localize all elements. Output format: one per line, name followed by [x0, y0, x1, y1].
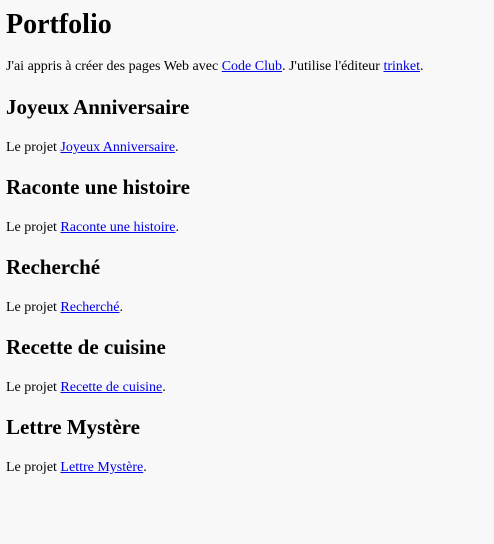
intro-paragraph: J'ai appris à créer des pages Web avec C…: [6, 58, 488, 75]
project-link-recherche[interactable]: Recherché: [60, 300, 119, 315]
project-prefix: Le projet: [6, 220, 61, 235]
project-suffix: .: [143, 460, 147, 475]
project-paragraph: Le projet Joyeux Anniversaire.: [6, 139, 488, 156]
project-link-lettre-mystere[interactable]: Lettre Mystère: [60, 460, 143, 475]
intro-middle: . J'utilise l'éditeur: [281, 59, 384, 74]
project-prefix: Le projet: [6, 460, 61, 475]
project-section-joyeux-anniversaire: Joyeux Anniversaire Le projet Joyeux Ann…: [6, 95, 488, 156]
project-heading: Joyeux Anniversaire: [6, 95, 190, 119]
code-club-link[interactable]: Code Club: [222, 59, 282, 74]
project-section-recherche: Recherché Le projet Recherché.: [6, 255, 488, 316]
project-prefix: Le projet: [6, 300, 61, 315]
trinket-link[interactable]: trinket: [383, 59, 420, 74]
intro-suffix: .: [420, 59, 424, 74]
project-heading: Recherché: [6, 255, 101, 279]
project-heading: Raconte une histoire: [6, 175, 190, 199]
project-prefix: Le projet: [6, 380, 61, 395]
page-title: Portfolio: [6, 9, 112, 40]
project-paragraph: Le projet Raconte une histoire.: [6, 219, 488, 236]
project-prefix: Le projet: [6, 140, 61, 155]
project-section-raconte-une-histoire: Raconte une histoire Le projet Raconte u…: [6, 175, 488, 236]
project-paragraph: Le projet Recherché.: [6, 299, 488, 316]
project-link-joyeux-anniversaire[interactable]: Joyeux Anniversaire: [60, 140, 175, 155]
project-link-raconte-une-histoire[interactable]: Raconte une histoire: [60, 220, 175, 235]
project-heading: Recette de cuisine: [6, 335, 166, 359]
project-suffix: .: [119, 300, 124, 315]
project-heading: Lettre Mystère: [6, 415, 140, 439]
intro-prefix: J'ai appris à créer des pages Web avec: [6, 59, 222, 74]
project-suffix: .: [175, 140, 179, 155]
project-link-recette-de-cuisine[interactable]: Recette de cuisine: [60, 380, 162, 395]
project-paragraph: Le projet Lettre Mystère.: [6, 459, 488, 476]
page-content: Portfolio J'ai appris à créer des pages …: [0, 10, 494, 476]
project-suffix: .: [175, 220, 180, 235]
project-section-lettre-mystere: Lettre Mystère Le projet Lettre Mystère.: [6, 415, 488, 476]
project-section-recette-de-cuisine: Recette de cuisine Le projet Recette de …: [6, 335, 488, 396]
project-suffix: .: [162, 380, 166, 395]
project-paragraph: Le projet Recette de cuisine.: [6, 379, 488, 396]
